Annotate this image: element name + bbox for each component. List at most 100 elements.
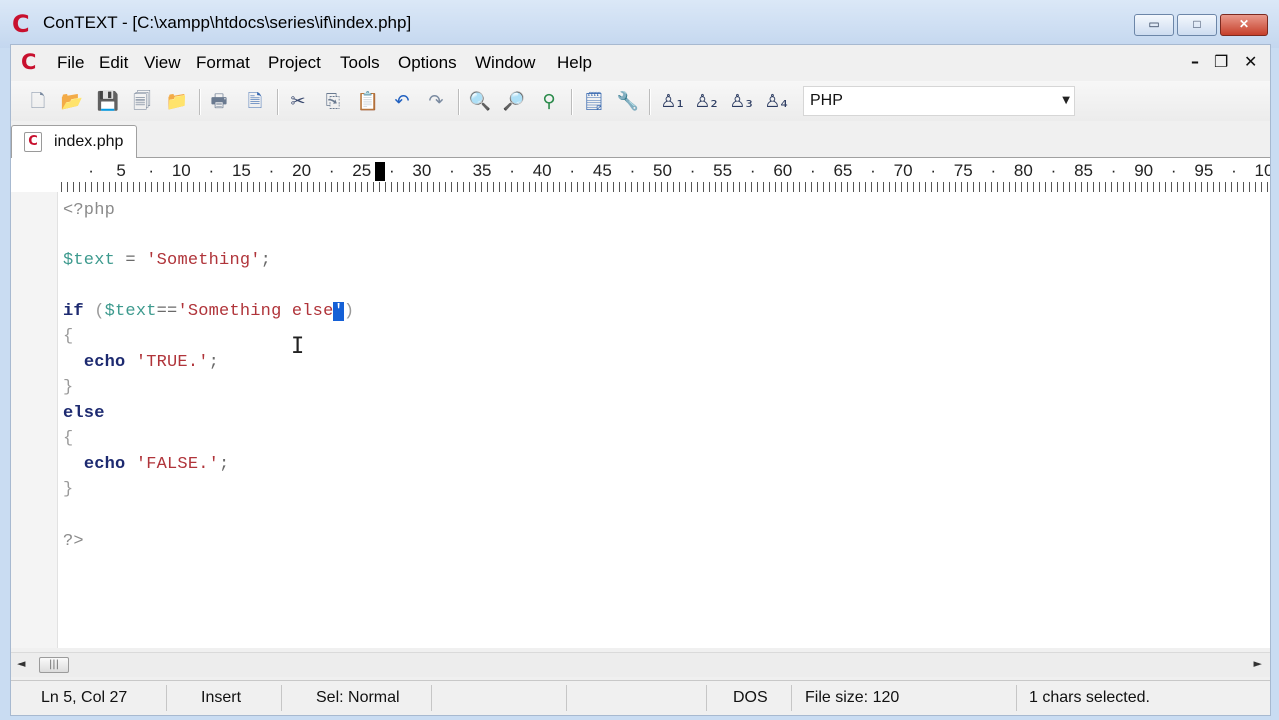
maximize-button[interactable]: □ <box>1177 14 1217 36</box>
save-all-icon[interactable]: 🗐 <box>129 89 155 115</box>
open-file-icon[interactable]: 📂 <box>59 89 85 115</box>
code-editor[interactable]: <?php $text = 'Something'; if ($text=='Som… <box>11 192 1270 648</box>
menu-options[interactable]: Options <box>396 53 459 73</box>
menu-tools[interactable]: Tools <box>338 53 382 73</box>
print-preview-icon[interactable]: 🗎 <box>242 89 268 115</box>
menu-bar: C File Edit View Format Project Tools Op… <box>11 45 1270 81</box>
code-line[interactable]: if ($text=='Something else') <box>63 300 354 324</box>
status-file-size: File size: 120 <box>805 689 900 706</box>
scroll-right-arrow-icon[interactable]: ► <box>1254 657 1262 670</box>
document-menu-icon[interactable]: C <box>21 51 43 73</box>
status-line-ending: DOS <box>733 689 768 706</box>
user-command-1-icon[interactable]: ♙₁ <box>657 89 687 115</box>
file-tab-strip: C index.php <box>11 121 1270 158</box>
code-line[interactable]: } <box>63 478 73 502</box>
ruler-number: 40 <box>532 161 552 180</box>
status-insert-mode: Insert <box>201 689 242 706</box>
cut-icon[interactable]: ✂ <box>285 89 311 115</box>
mdi-close-button[interactable]: ✕ <box>1244 52 1257 71</box>
ruler-number: 25 <box>352 161 372 180</box>
title-bar[interactable]: C ConTEXT - [C:\xampp\htdocs\series\if\i… <box>0 0 1279 48</box>
ruler-dot: · <box>208 161 215 180</box>
ruler-column-marker <box>375 162 385 181</box>
menu-view[interactable]: View <box>142 53 183 73</box>
ruler-dot: · <box>870 161 876 180</box>
ruler-dot: · <box>930 161 937 180</box>
ruler-number: 30 <box>412 161 432 180</box>
code-token: ; <box>260 251 272 270</box>
copy-icon[interactable]: ⎘ <box>320 89 346 115</box>
status-separator <box>431 685 432 711</box>
status-selection-mode: Sel: Normal <box>316 689 400 706</box>
save-icon[interactable]: 💾 <box>95 89 121 115</box>
status-separator <box>566 685 567 711</box>
code-token: ( <box>83 302 105 321</box>
replace-icon[interactable]: ⚲ <box>536 89 562 115</box>
code-token: $text <box>104 302 157 321</box>
code-token: ) <box>343 302 355 321</box>
menu-file[interactable]: File <box>55 53 86 73</box>
toolbar-separator <box>277 89 279 115</box>
menu-project[interactable]: Project <box>266 53 323 73</box>
menu-window[interactable]: Window <box>473 53 537 73</box>
ruler-dot: · <box>990 161 997 180</box>
code-line[interactable]: <?php <box>63 199 115 223</box>
php-file-icon: C <box>24 132 42 152</box>
code-token: else <box>63 404 105 423</box>
highlighter-select[interactable]: PHP ▼ <box>803 86 1075 116</box>
paste-icon[interactable]: 📋 <box>355 89 381 115</box>
code-line[interactable]: ?> <box>63 530 84 554</box>
close-window-button[interactable]: ✕ <box>1220 14 1268 36</box>
menu-edit[interactable]: Edit <box>97 53 130 73</box>
text-cursor-ibeam-icon: I <box>291 334 305 359</box>
code-token: 'FALSE.' <box>135 455 220 474</box>
ruler-number: 35 <box>472 161 492 180</box>
open-folder-icon[interactable]: 📁 <box>164 89 190 115</box>
find-icon[interactable]: 🔍 <box>467 89 493 115</box>
ruler-number: 70 <box>893 161 913 180</box>
code-line[interactable]: { <box>63 325 73 349</box>
print-icon[interactable]: 🖶 <box>206 89 232 115</box>
code-token: ; <box>208 353 220 372</box>
code-line[interactable]: { <box>63 427 73 451</box>
ruler-number: 5 <box>116 161 126 180</box>
menu-help[interactable]: Help <box>555 53 594 73</box>
status-separator <box>166 685 167 711</box>
user-command-3-icon[interactable]: ♙₃ <box>726 89 756 115</box>
ruler-number: 95 <box>1194 161 1214 180</box>
code-line[interactable]: echo 'TRUE.'; <box>63 351 219 375</box>
scroll-left-arrow-icon[interactable]: ◄ <box>17 657 25 670</box>
minimize-button[interactable]: ▭ <box>1134 14 1174 36</box>
mdi-restore-button[interactable]: ❐ <box>1214 52 1228 71</box>
ruler-number: 20 <box>292 161 312 180</box>
selected-text: ' <box>333 302 344 321</box>
ruler-number: 65 <box>833 161 853 180</box>
horizontal-scrollbar[interactable]: ◄ ||| ► <box>11 652 1270 677</box>
redo-icon[interactable]: ↷ <box>423 89 449 115</box>
code-line[interactable]: else <box>63 402 105 426</box>
tools-icon[interactable]: 🔧 <box>615 89 641 115</box>
code-line[interactable]: $text = 'Something'; <box>63 249 271 273</box>
chevron-down-icon[interactable]: ▼ <box>1062 95 1070 106</box>
user-command-4-icon[interactable]: ♙₄ <box>761 89 791 115</box>
editor-gutter[interactable] <box>11 192 58 648</box>
status-separator <box>791 685 792 711</box>
mdi-minimize-button[interactable]: – <box>1191 52 1199 71</box>
user-command-2-icon[interactable]: ♙₂ <box>691 89 721 115</box>
menu-format[interactable]: Format <box>194 53 252 73</box>
new-file-icon[interactable]: 🗋 <box>25 89 51 115</box>
scrollbar-thumb[interactable]: ||| <box>39 657 69 673</box>
code-line[interactable]: echo 'FALSE.'; <box>63 453 229 477</box>
code-line[interactable]: } <box>63 376 73 400</box>
tab-index-php[interactable]: C index.php <box>11 125 137 158</box>
undo-icon[interactable]: ↶ <box>389 89 415 115</box>
document-properties-icon[interactable]: 🗒 <box>581 89 607 115</box>
ruler-dot: · <box>1110 161 1117 180</box>
code-token: ; <box>219 455 230 474</box>
code-token: } <box>63 378 74 397</box>
find-next-icon[interactable]: 🔎 <box>501 89 527 115</box>
ruler-dot: · <box>449 161 455 180</box>
code-token: } <box>63 480 74 499</box>
